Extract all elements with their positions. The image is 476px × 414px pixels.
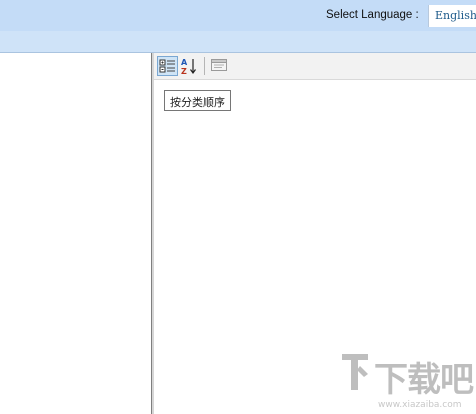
sort-az-icon: A Z bbox=[181, 58, 196, 75]
language-label: Select Language : bbox=[326, 9, 419, 21]
property-grid-toolbar: A Z bbox=[154, 53, 476, 80]
watermark: 下载吧 www.xiazaiba.com bbox=[338, 348, 476, 414]
watermark-logo-icon bbox=[342, 354, 368, 390]
toolbar-separator bbox=[204, 57, 205, 75]
alphabetical-button[interactable]: A Z bbox=[179, 56, 200, 76]
svg-text:Z: Z bbox=[181, 67, 187, 75]
property-pages-button[interactable] bbox=[209, 56, 230, 76]
language-select[interactable]: English bbox=[428, 5, 476, 27]
ribbon-bar bbox=[0, 31, 476, 53]
categorized-button[interactable] bbox=[157, 56, 178, 76]
left-tree-panel[interactable] bbox=[0, 53, 152, 414]
property-pages-icon bbox=[211, 59, 227, 71]
watermark-brand: 下载吧 bbox=[374, 360, 474, 400]
top-bar: Select Language : English bbox=[0, 0, 476, 31]
watermark-url: www.xiazaiba.com bbox=[378, 400, 462, 410]
tooltip: 按分类顺序 bbox=[164, 90, 231, 111]
svg-text:A: A bbox=[181, 58, 188, 67]
categorized-icon bbox=[159, 59, 175, 73]
